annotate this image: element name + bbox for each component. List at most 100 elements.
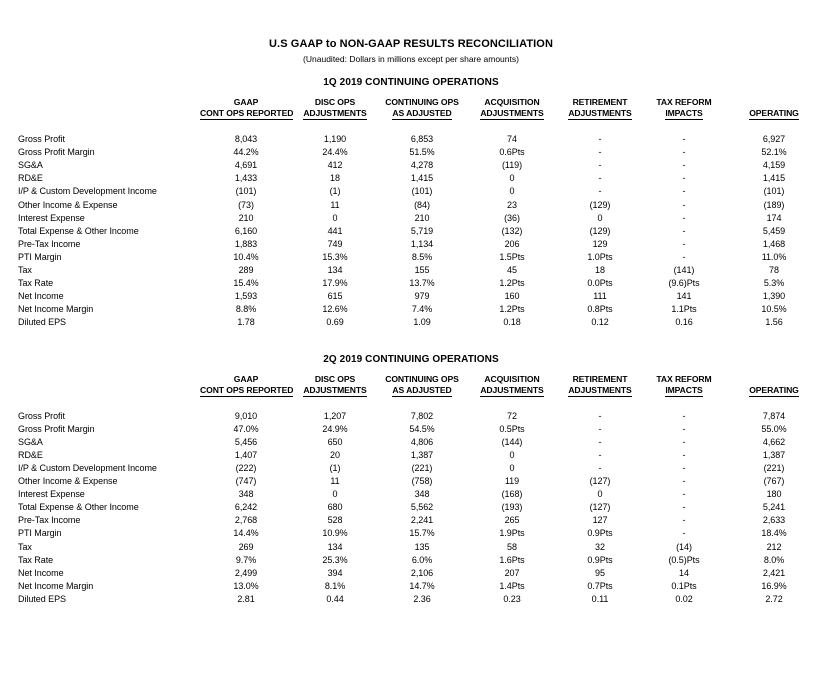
table-cell: 174 bbox=[766, 212, 782, 223]
table-cell: 52.1% bbox=[761, 147, 787, 158]
column-header-gaap-line1: GAAP bbox=[233, 373, 259, 384]
table-cell: 0.7Pts bbox=[587, 580, 613, 591]
table-cell: 155 bbox=[414, 265, 430, 276]
column-header-continuing-ops: CONTINUING OPS AS ADJUSTED bbox=[378, 374, 466, 397]
row-label: Diluted EPS bbox=[18, 317, 66, 328]
row-label: SG&A bbox=[18, 160, 43, 171]
table-cell: - bbox=[682, 449, 686, 460]
column-header-operating: OPERATING bbox=[726, 97, 822, 120]
table-cell: 15.3% bbox=[322, 251, 348, 262]
table-cell: 5,459 bbox=[762, 225, 786, 236]
table-cell: - bbox=[598, 186, 602, 197]
table-cell: 0.16 bbox=[675, 317, 693, 328]
table-cell: 206 bbox=[504, 238, 520, 249]
row-label: Pre-Tax Income bbox=[18, 238, 81, 249]
table-cell: - bbox=[682, 476, 686, 487]
table-cell: - bbox=[598, 134, 602, 145]
table-cell: 134 bbox=[327, 541, 343, 552]
table-cell: 0.12 bbox=[591, 317, 609, 328]
table-cell: 78 bbox=[769, 265, 779, 276]
table-cell: 135 bbox=[414, 541, 430, 552]
table-cell: 55.0% bbox=[761, 423, 787, 434]
table-cell: (0.5)Pts bbox=[668, 554, 700, 565]
table-cell: 4,806 bbox=[410, 436, 434, 447]
table-cell: 749 bbox=[327, 238, 343, 249]
table-cell: 15.7% bbox=[409, 528, 435, 539]
table-body-2q: Gross Profit 9,010 1,207 7,802 72- -7,874 Gros… bbox=[0, 397, 822, 607]
table-cell: 0 bbox=[509, 462, 515, 473]
table-cell: 615 bbox=[327, 291, 343, 302]
table-row: Pre-Tax Income 2,768 528 2,241 265 127 - 2,633 bbox=[0, 514, 822, 527]
table-cell: - bbox=[598, 173, 602, 184]
table-cell: 17.9% bbox=[322, 278, 348, 289]
table-cell: (132) bbox=[501, 225, 523, 236]
column-header-disc-ops-line1: DISC OPS bbox=[314, 373, 356, 384]
table-cell: 0 bbox=[332, 212, 338, 223]
table-cell: 23 bbox=[507, 199, 517, 210]
table-row: Tax Rate 9.7% 25.3% 6.0% 1.6Pts 0.9Pts (0.5)Pt… bbox=[0, 554, 822, 567]
table-cell: (9.6)Pts bbox=[668, 278, 700, 289]
table-cell: 72 bbox=[507, 410, 517, 421]
table-row: Gross Profit 9,010 1,207 7,802 72 - - 7,874 bbox=[0, 410, 822, 423]
table-cell: 1,387 bbox=[762, 449, 786, 460]
table-cell: 1,468 bbox=[762, 238, 786, 249]
table-cell: 47.0% bbox=[233, 423, 259, 434]
table-row: Tax 289 134 155 45 18 (141) 78 bbox=[0, 264, 822, 277]
table-cell: 4,691 bbox=[234, 160, 258, 171]
table-cell: - bbox=[682, 212, 686, 223]
column-header-gaap-line1: GAAP bbox=[233, 97, 259, 107]
table-cell: 119 bbox=[504, 476, 520, 487]
table-cell: 1,134 bbox=[410, 238, 434, 249]
column-header-tax-reform: TAX REFORM IMPACTS bbox=[642, 374, 726, 397]
table-row: Gross Profit Margin 47.0% 24.9% 54.5% 0.5Pts… bbox=[0, 423, 822, 436]
row-label: Gross Profit bbox=[18, 134, 65, 145]
table-cell: 2,633 bbox=[762, 515, 786, 526]
table-header-row: GAAP CONT OPS REPORTED DISC OPS ADJUSTME… bbox=[0, 97, 822, 120]
table-row: Other Income & Expense (747) 11 (758) 119 (12… bbox=[0, 475, 822, 488]
table-cell: 9,010 bbox=[234, 410, 258, 421]
table-cell: 0.6Pts bbox=[499, 147, 525, 158]
table-cell: 14 bbox=[679, 567, 689, 578]
row-label: Tax Rate bbox=[18, 278, 54, 289]
table-cell: 5.3% bbox=[763, 278, 785, 289]
table-row: SG&A 5,456 650 4,806 (144) - - 4,662 bbox=[0, 436, 822, 449]
table-cell: (127) bbox=[589, 476, 611, 487]
table-cell: 10.5% bbox=[761, 304, 787, 315]
table-cell: 2.72 bbox=[765, 593, 783, 604]
table-cell: (14) bbox=[676, 541, 692, 552]
table-cell: 11 bbox=[330, 199, 340, 210]
column-header-acquisition: ACQUISITION ADJUSTMENTS bbox=[466, 97, 558, 120]
table-wrap-2q: GAAP CONT OPS REPORTED DISC OPS ADJUSTME… bbox=[0, 374, 822, 607]
table-cell: 0.8Pts bbox=[587, 304, 613, 315]
table-cell: 6,160 bbox=[234, 225, 258, 236]
table-cell: 8.0% bbox=[763, 554, 785, 565]
table-cell: (1) bbox=[329, 462, 341, 473]
table-cell: (141) bbox=[673, 265, 695, 276]
table-row: Gross Profit 8,043 1,190 6,853 74 - - 6,927 bbox=[0, 133, 822, 146]
table-cell: - bbox=[598, 436, 602, 447]
row-label: PTI Margin bbox=[18, 528, 62, 539]
table-row: Total Expense & Other Income 6,160 441 5,71… bbox=[0, 225, 822, 238]
table-cell: 0.11 bbox=[591, 593, 609, 604]
table-spacer-cell bbox=[0, 397, 822, 410]
table-row: Interest Expense 348 0 348 (168) 0 - 180 bbox=[0, 488, 822, 501]
table-cell: 1,387 bbox=[410, 449, 434, 460]
financial-table-1q: GAAP CONT OPS REPORTED DISC OPS ADJUSTME… bbox=[0, 97, 822, 330]
table-cell: 0 bbox=[597, 212, 603, 223]
table-row: SG&A 4,691 412 4,278 (119) - - 4,159 bbox=[0, 159, 822, 172]
column-header-operating-line2: OPERATING bbox=[749, 384, 799, 397]
table-row: Total Expense & Other Income 6,242 680 5,56… bbox=[0, 501, 822, 514]
table-row: Tax 269 134 135 58 32 (14) 212 bbox=[0, 541, 822, 554]
column-header-retirement: RETIREMENT ADJUSTMENTS bbox=[558, 97, 642, 120]
table-cell: 650 bbox=[327, 436, 343, 447]
table-cell: 1.09 bbox=[413, 317, 431, 328]
table-cell: 441 bbox=[327, 225, 343, 236]
table-cell: (73) bbox=[238, 199, 254, 210]
table-cell: (144) bbox=[501, 436, 523, 447]
table-row: Net Income Margin 13.0% 8.1% 14.7% 1.4Pts 0.7… bbox=[0, 580, 822, 593]
table-cell: 6,853 bbox=[410, 134, 434, 145]
table-cell: 51.5% bbox=[409, 147, 435, 158]
table-cell: 18 bbox=[595, 265, 605, 276]
table-cell: 2.81 bbox=[237, 593, 255, 604]
table-cell: (221) bbox=[763, 462, 785, 473]
